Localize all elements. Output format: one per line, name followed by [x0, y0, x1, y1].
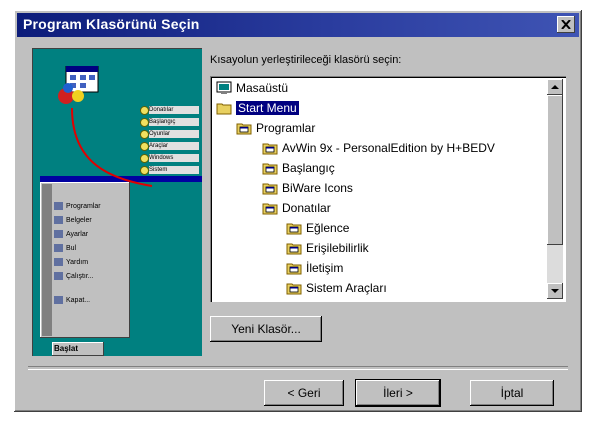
tree-item-label: AvWin 9x - PersonalEdition by H+BEDV — [282, 141, 495, 155]
scroll-down-button[interactable] — [547, 283, 563, 299]
scroll-thumb[interactable] — [547, 95, 563, 245]
tree-item-label: Start Menu — [236, 101, 299, 115]
folder-prompt-label: Kısayolun yerleştirileceği klasörü seçin… — [210, 54, 402, 66]
button-separator — [28, 366, 568, 370]
up-arrow-icon — [551, 85, 559, 89]
tree-vertical-scrollbar[interactable] — [547, 79, 563, 299]
tree-item-label: Masaüstü — [236, 81, 289, 95]
program-group-icon — [262, 141, 278, 155]
tree-item-label: BiWare Icons — [282, 181, 353, 195]
tree-item[interactable]: İletişim — [286, 260, 343, 277]
program-group-icon — [262, 161, 278, 175]
next-button[interactable]: İleri > — [355, 379, 441, 407]
cancel-button[interactable]: İptal — [470, 380, 554, 406]
title-bar[interactable]: Program Klasörünü Seçin — [17, 13, 579, 37]
tree-item[interactable]: Donatılar — [262, 200, 331, 217]
desktop-icon — [216, 81, 232, 95]
close-icon — [561, 20, 571, 29]
tree-item[interactable]: Başlangıç — [262, 160, 335, 177]
tree-item[interactable]: Eğlence — [286, 220, 349, 237]
folder-tree-view[interactable]: Masaüstü Start Menu Programlar AvWin 9x - P… — [210, 76, 566, 302]
tree-item[interactable]: Sistem Araçları — [286, 280, 387, 297]
program-folder-dialog: Program Klasörünü Seçin Donatılar Başlan… — [14, 10, 582, 412]
program-group-icon — [236, 121, 252, 135]
program-group-icon — [262, 201, 278, 215]
tree-item[interactable]: AvWin 9x - PersonalEdition by H+BEDV — [262, 140, 495, 157]
program-group-icon — [262, 181, 278, 195]
tree-item-label: Erişilebilirlik — [306, 241, 369, 255]
tree-item[interactable]: Start Menu — [216, 100, 299, 117]
program-group-icon — [286, 281, 302, 295]
window-title: Program Klasörünü Seçin — [23, 16, 200, 32]
down-arrow-icon — [551, 289, 559, 293]
tree-item[interactable]: Masaüstü — [216, 80, 288, 97]
illustration-arrow-curve — [71, 107, 153, 187]
program-group-icon — [286, 241, 302, 255]
tree-item-label: İletişim — [306, 261, 344, 275]
tree-item-label: Sistem Araçları — [306, 281, 387, 295]
scroll-up-button[interactable] — [547, 79, 563, 95]
program-group-icon — [286, 221, 302, 235]
program-group-icon — [286, 261, 302, 275]
back-button[interactable]: < Geri — [264, 380, 344, 406]
tree-item[interactable]: Programlar — [236, 120, 315, 137]
new-folder-button[interactable]: Yeni Klasör... — [210, 316, 322, 342]
tree-item-label: Başlangıç — [282, 161, 335, 175]
folder-icon — [216, 101, 232, 115]
tree-item[interactable]: BiWare Icons — [262, 180, 353, 197]
tree-item-label: Donatılar — [282, 201, 331, 215]
close-button[interactable] — [557, 16, 575, 33]
wizard-illustration: Donatılar Başlangıç Oyunlar Araçlar Wind… — [32, 48, 202, 356]
tree-item[interactable]: Erişilebilirlik — [286, 240, 369, 257]
tree-item-label: Programlar — [256, 121, 316, 135]
tree-item-label: Eğlence — [306, 221, 350, 235]
